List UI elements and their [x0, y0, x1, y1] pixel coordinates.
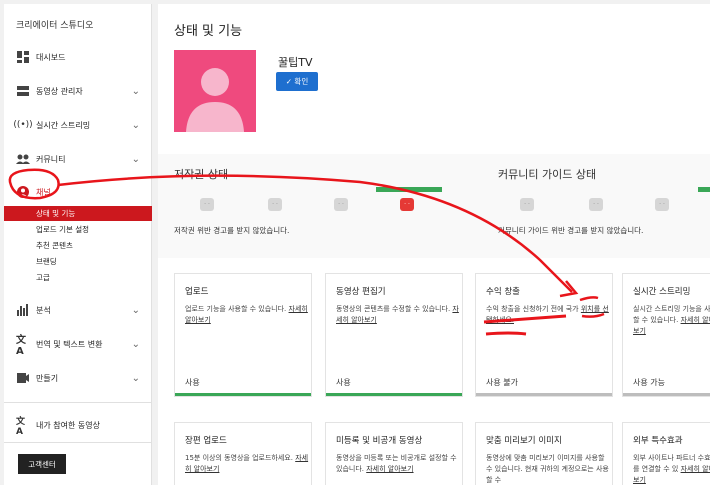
status-face-icon: · · — [268, 198, 282, 211]
chevron-down-icon: ⌄ — [131, 372, 140, 384]
card-title: 업로드 — [185, 287, 209, 297]
card-status: 사용 가능 — [633, 378, 665, 387]
sidebar-item-live-streaming[interactable]: ((•)) 실시간 스트리밍 ⌄ — [4, 113, 152, 137]
chevron-down-icon: ⌄ — [131, 338, 140, 350]
channel-avatar — [174, 50, 256, 132]
sidebar-item-video-manager[interactable]: 동영상 관리자 ⌄ — [4, 79, 152, 103]
community-status-indicator — [698, 187, 710, 192]
card-description: 동영상의 콘텐츠를 수정할 수 있습니다. 자세히 알아보기 — [336, 305, 459, 324]
card-description: 외부 사이트나 파트너 수효과를 연결할 수 있 자세히 알아보기 — [633, 453, 710, 485]
learn-more-link[interactable]: 자세히 알아보기 — [366, 465, 413, 473]
card-status: 사용 — [185, 378, 200, 387]
feature-card-custom-thumbnails[interactable]: 맞춤 미리보기 이미지 동영상에 맞춤 미리보기 이미지를 사용할 수 있습니다… — [475, 422, 613, 485]
card-status-bar — [326, 393, 462, 396]
card-description: 업로드 기능을 사용할 수 있습니다. 자세히 알아보기 — [185, 305, 308, 324]
channel-name: 꿀팁TV — [278, 56, 313, 69]
feature-card-external-annotations[interactable]: 외부 특수효과 외부 사이트나 파트너 수효과를 연결할 수 있 자세히 알아보… — [622, 422, 710, 485]
status-face-icon: · · — [200, 198, 214, 211]
status-face-active-icon: · · — [400, 198, 414, 211]
card-description: 15분 이상의 동영상을 업로드하세요. 자세히 알아보기 — [185, 454, 309, 473]
community-status-title: 커뮤니티 가이드 상태 — [498, 168, 597, 181]
sidebar-item-label: 채널 — [36, 187, 51, 197]
feature-card-upload[interactable]: 업로드 업로드 기능을 사용할 수 있습니다. 자세히 알아보기 사용 — [174, 273, 312, 397]
card-description: 실시간 스트리밍 기능을 사용할 수 있습니다. 자세히 알아보기 — [633, 304, 710, 337]
sidebar-subitem-upload-defaults[interactable]: 업로드 기본 설정 — [4, 222, 152, 237]
sidebar-item-label: 동영상 관리자 — [36, 86, 83, 96]
page-title: 상태 및 기능 — [174, 24, 243, 39]
status-face-icon: · · — [334, 198, 348, 211]
chevron-down-icon: ⌄ — [131, 153, 140, 165]
dashboard-icon — [16, 50, 30, 64]
sidebar: 크리에이터 스튜디오 대시보드 동영상 관리자 ⌄ ((•)) 실시간 스트리밍… — [4, 4, 152, 485]
sidebar-item-label: 대시보드 — [36, 52, 66, 62]
sidebar-item-label: 만들기 — [36, 373, 59, 383]
analytics-icon — [16, 303, 30, 317]
sidebar-item-label: 실시간 스트리밍 — [36, 120, 91, 130]
sidebar-item-label: 커뮤니티 — [36, 154, 66, 164]
card-title: 맞춤 미리보기 이미지 — [486, 436, 562, 446]
sidebar-item-label: 번역 및 텍스트 변환 — [36, 339, 103, 349]
copyright-status-desc: 저작권 위반 경고를 받지 않았습니다. — [174, 226, 290, 235]
sidebar-item-label: 분석 — [36, 305, 51, 315]
sidebar-item-translate[interactable]: 文A 번역 및 텍스트 변환 ⌄ — [4, 332, 152, 357]
main-content: 상태 및 기능 꿀팁TV ✓ 확인 저작권 상태 · · · · · · · ·… — [158, 4, 710, 485]
sidebar-item-analytics[interactable]: 분석 ⌄ — [4, 298, 152, 322]
contributed-icon: 文A — [16, 416, 26, 437]
sidebar-item-label: 내가 참여한 동영상 — [36, 420, 100, 430]
card-title: 동영상 편집기 — [336, 287, 386, 297]
sidebar-divider — [4, 402, 152, 403]
status-face-icon: · · — [520, 198, 534, 211]
card-title: 수익 창출 — [486, 287, 520, 297]
sidebar-subitem-featured[interactable]: 추천 콘텐츠 — [4, 238, 152, 253]
card-description: 수익 창출을 신청하기 전에 국가 위치를 선택하세요. — [486, 305, 609, 324]
card-title: 미등록 및 비공개 동영상 — [336, 436, 423, 446]
create-icon — [16, 371, 30, 385]
status-face-icon: · · — [589, 198, 603, 211]
sidebar-subitem-branding[interactable]: 브랜딩 — [4, 254, 152, 269]
default-avatar-icon — [186, 68, 244, 132]
card-title: 외부 특수효과 — [633, 436, 683, 446]
feature-card-live-streaming[interactable]: 실시간 스트리밍 실시간 스트리밍 기능을 사용할 수 있습니다. 자세히 알아… — [622, 273, 710, 397]
status-section: 저작권 상태 · · · · · · · · 저작권 위반 경고를 받지 않았습… — [158, 154, 710, 258]
card-status: 사용 — [336, 378, 351, 387]
creator-studio-window: 크리에이터 스튜디오 대시보드 동영상 관리자 ⌄ ((•)) 실시간 스트리밍… — [0, 0, 710, 485]
live-stream-icon: ((•)) — [13, 120, 33, 130]
card-status: 사용 불가 — [486, 378, 518, 387]
sidebar-divider — [4, 442, 152, 443]
chevron-down-icon: ⌄ — [131, 119, 140, 131]
community-status-desc: 커뮤니티 가이드 위반 경고를 받지 않았습니다. — [498, 226, 644, 235]
sidebar-item-create[interactable]: 만들기 ⌄ — [4, 366, 152, 390]
sidebar-item-dashboard[interactable]: 대시보드 — [4, 45, 152, 69]
sidebar-item-channel[interactable]: 채널 — [4, 180, 152, 204]
card-status-bar — [623, 393, 710, 396]
card-status-bar — [476, 393, 612, 396]
feature-card-long-uploads[interactable]: 장편 업로드 15분 이상의 동영상을 업로드하세요. 자세히 알아보기 — [174, 422, 312, 485]
chevron-down-icon: ⌄ — [131, 304, 140, 316]
card-title: 실시간 스트리밍 — [633, 287, 691, 297]
card-title: 장편 업로드 — [185, 436, 227, 446]
card-description: 동영상을 미등록 또는 비공개로 설정할 수 있습니다. 자세히 알아보기 — [336, 454, 457, 473]
sidebar-item-contributed[interactable]: 文A 내가 참여한 동영상 — [4, 413, 152, 437]
community-icon — [16, 152, 30, 166]
channel-icon — [16, 185, 30, 199]
video-manager-icon — [16, 84, 30, 98]
sidebar-title: 크리에이터 스튜디오 — [16, 21, 94, 31]
feature-card-monetization[interactable]: 수익 창출 수익 창출을 신청하기 전에 국가 위치를 선택하세요. 사용 불가 — [475, 273, 613, 397]
card-status-bar — [175, 393, 311, 396]
feature-card-unlisted-private[interactable]: 미등록 및 비공개 동영상 동영상을 미등록 또는 비공개로 설정할 수 있습니… — [325, 422, 463, 485]
copyright-status-indicator — [376, 187, 442, 192]
copyright-status-title: 저작권 상태 — [174, 168, 229, 181]
verify-button[interactable]: ✓ 확인 — [276, 72, 318, 91]
sidebar-subitem-status[interactable]: 상태 및 기능 — [4, 206, 152, 221]
status-face-icon: · · — [655, 198, 669, 211]
card-description: 동영상에 맞춤 미리보기 이미지를 사용할 수 있습니다. 현재 귀하의 계정으… — [486, 454, 609, 484]
sidebar-item-community[interactable]: 커뮤니티 ⌄ — [4, 147, 152, 171]
sidebar-subitem-advanced[interactable]: 고급 — [4, 270, 152, 285]
translate-icon: 文A — [16, 335, 26, 357]
feature-card-video-editor[interactable]: 동영상 편집기 동영상의 콘텐츠를 수정할 수 있습니다. 자세히 알아보기 사… — [325, 273, 463, 397]
help-center-button[interactable]: 고객센터 — [18, 454, 66, 474]
chevron-down-icon: ⌄ — [131, 85, 140, 97]
